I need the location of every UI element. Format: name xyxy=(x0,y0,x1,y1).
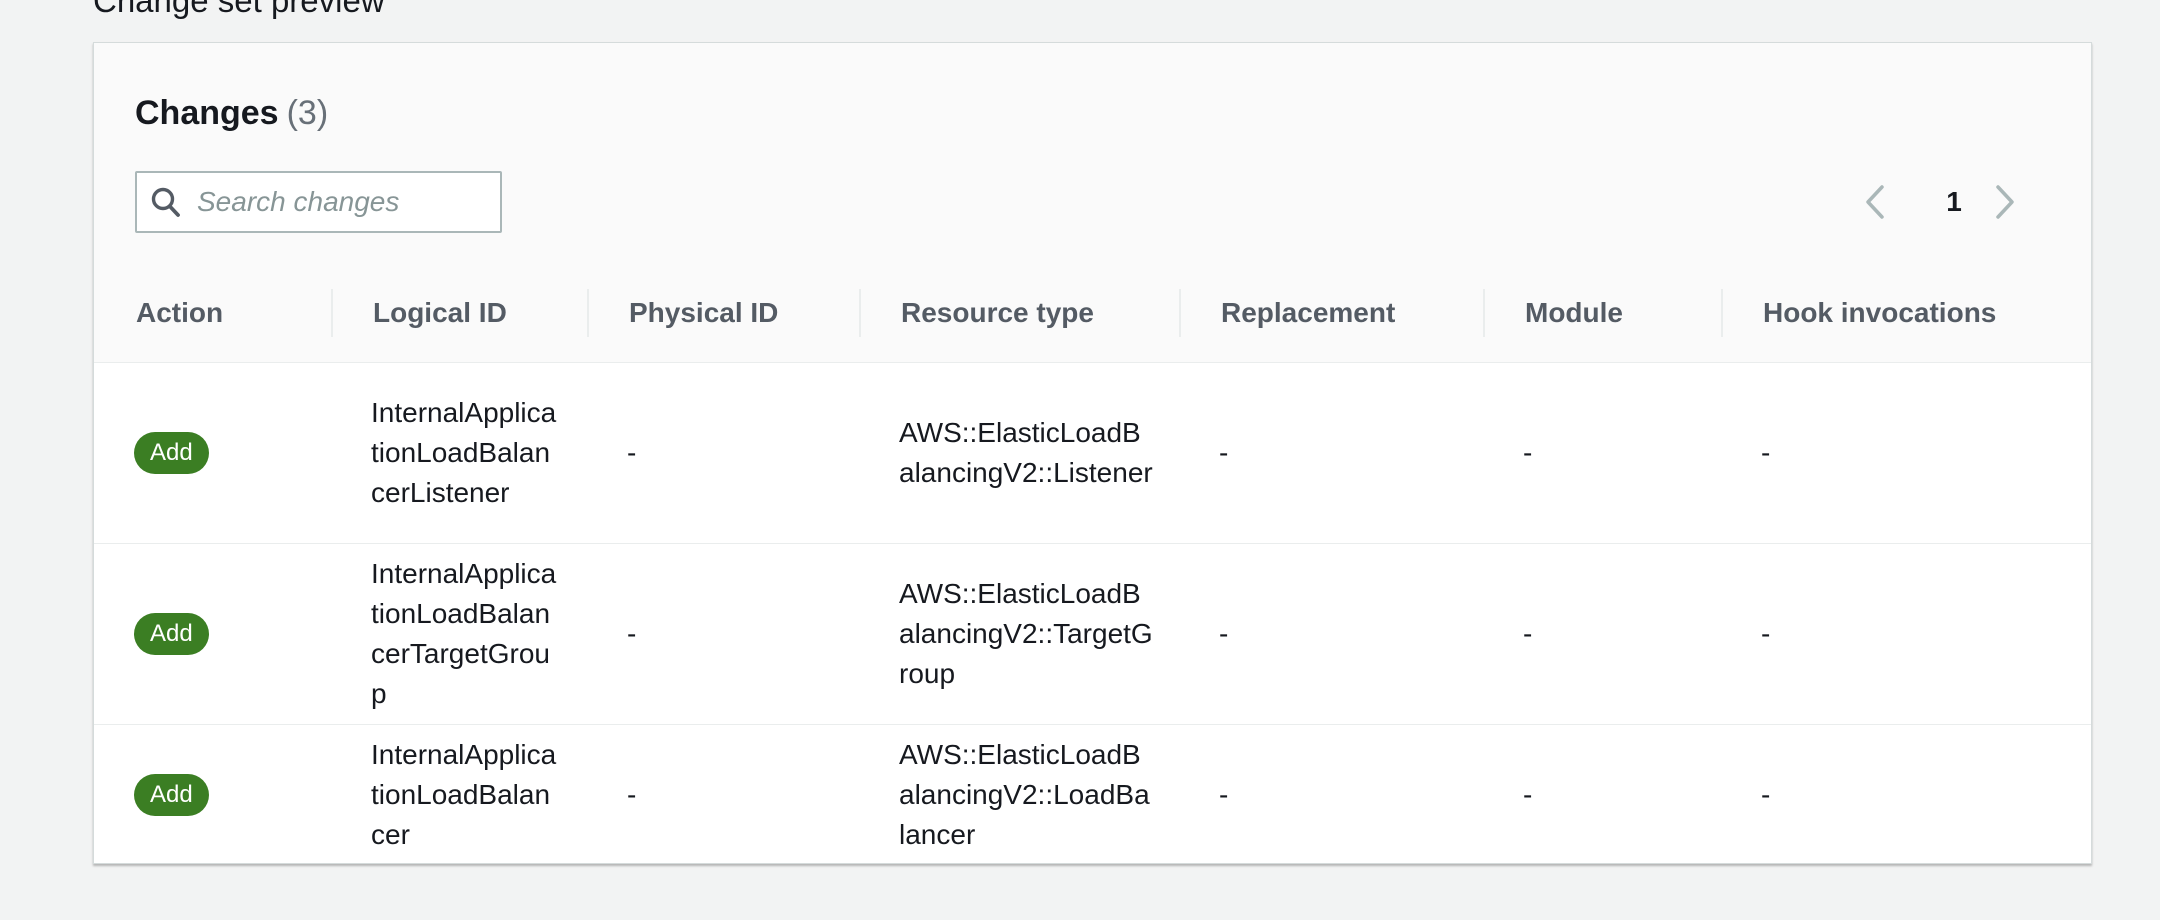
column-header-label: Module xyxy=(1525,297,1623,329)
replacement-cell: - xyxy=(1179,362,1483,544)
chevron-left-icon[interactable] xyxy=(1862,184,1888,220)
status-badge: Add xyxy=(134,432,209,474)
column-divider[interactable] xyxy=(859,289,861,337)
column-header-replacement[interactable]: Replacement xyxy=(1179,265,1483,363)
search-box[interactable] xyxy=(135,171,502,233)
action-cell: Add xyxy=(94,724,331,865)
physical-id-cell: - xyxy=(587,543,859,725)
table-row: Add InternalApplicationLoadBalancerTarge… xyxy=(94,543,2091,725)
column-header-label: Hook invocations xyxy=(1763,297,1997,329)
replacement-cell: - xyxy=(1219,778,1229,810)
column-divider[interactable] xyxy=(331,289,333,337)
action-cell: Add xyxy=(94,362,331,544)
search-icon xyxy=(151,187,180,217)
column-header-action[interactable]: Action xyxy=(94,265,331,363)
search-input[interactable] xyxy=(197,173,492,231)
hook-invocations-cell: - xyxy=(1721,362,2091,544)
panel-header: Changes(3) 1 xyxy=(94,43,2091,266)
action-cell: Add xyxy=(94,543,331,725)
replacement-cell: - xyxy=(1179,543,1483,725)
module-cell: - xyxy=(1483,543,1721,725)
column-header-label: Replacement xyxy=(1221,297,1396,329)
status-badge: Add xyxy=(134,774,209,816)
column-header-label: Physical ID xyxy=(629,297,779,329)
table-row: Add InternalApplicationLoadBalancer - AW… xyxy=(94,724,2091,865)
column-divider[interactable] xyxy=(1179,289,1181,337)
hook-invocations-cell: - xyxy=(1721,543,2091,725)
module-cell: - xyxy=(1523,778,1533,810)
table-row: Add InternalApplicationLoadBalancerListe… xyxy=(94,362,2091,544)
changes-count: (3) xyxy=(286,94,329,132)
module-cell: - xyxy=(1483,362,1721,544)
column-header-hook-invocations[interactable]: Hook invocations xyxy=(1721,265,2091,363)
status-badge: Add xyxy=(134,613,209,655)
logical-id-cell: InternalApplicationLoadBalancerListener xyxy=(331,362,587,544)
resource-type-cell: AWS::ElasticLoadBalancingV2::LoadBalance… xyxy=(899,738,1150,850)
section-title: Change set preview xyxy=(93,0,385,19)
column-header-logical-id[interactable]: Logical ID xyxy=(331,265,587,363)
column-divider[interactable] xyxy=(1721,289,1723,337)
column-divider[interactable] xyxy=(587,289,589,337)
column-header-physical-id[interactable]: Physical ID xyxy=(587,265,859,363)
logical-id-cell: InternalApplicationLoadBalancer xyxy=(371,738,557,850)
hook-invocations-cell: - xyxy=(1761,778,1771,810)
column-divider[interactable] xyxy=(1483,289,1485,337)
column-header-label: Logical ID xyxy=(373,297,507,329)
panel-title-text: Changes xyxy=(135,94,279,132)
physical-id-cell: - xyxy=(627,778,637,810)
changes-table: Action Logical ID Physical ID Resource t… xyxy=(94,265,2091,865)
column-header-label: Resource type xyxy=(901,297,1094,329)
panel-title: Changes (3) xyxy=(135,91,328,135)
physical-id-cell: - xyxy=(587,362,859,544)
resource-type-cell: AWS::ElasticLoadBalancingV2::TargetGroup xyxy=(859,543,1179,725)
resource-type-cell: AWS::ElasticLoadBalancingV2::Listener xyxy=(859,362,1179,544)
changes-panel: Changes(3) 1 Action Log xyxy=(93,42,2092,864)
table-header-row: Action Logical ID Physical ID Resource t… xyxy=(94,265,2091,363)
chevron-right-icon[interactable] xyxy=(1992,184,2018,220)
logical-id-cell: InternalApplicationLoadBalancerTargetGro… xyxy=(331,543,587,725)
column-header-resource-type[interactable]: Resource type xyxy=(859,265,1179,363)
page-number[interactable]: 1 xyxy=(1934,182,1974,222)
column-header-module[interactable]: Module xyxy=(1483,265,1721,363)
